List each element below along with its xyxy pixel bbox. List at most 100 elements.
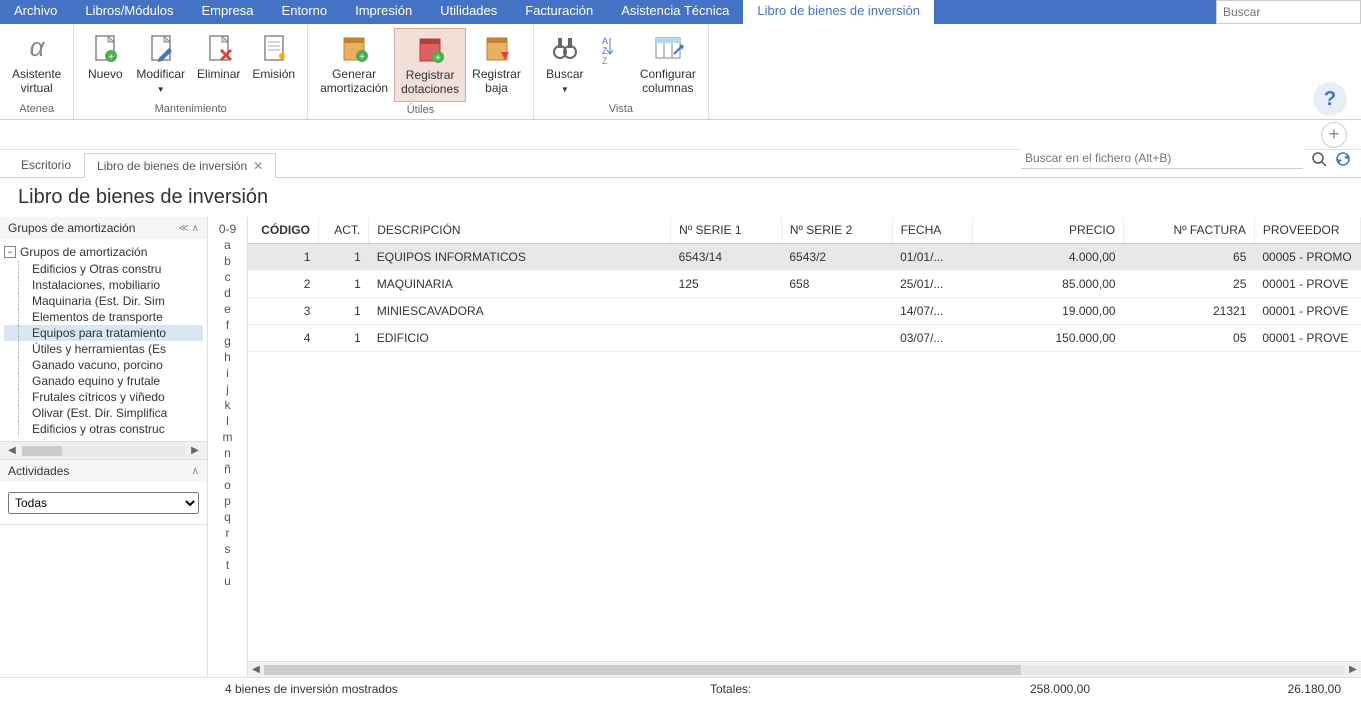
- alpha-0-9[interactable]: 0-9: [208, 221, 247, 237]
- alpha-b[interactable]: b: [208, 253, 247, 269]
- col-header[interactable]: FECHA: [892, 217, 973, 244]
- table-row[interactable]: 21MAQUINARIA12565825/01/...85.000,002500…: [248, 271, 1361, 298]
- ribbon-btn-registrardotaciones[interactable]: +Registrardotaciones: [394, 28, 466, 102]
- tree-root[interactable]: − Grupos de amortización: [4, 243, 203, 261]
- menu-librosmdulos[interactable]: Libros/Módulos: [71, 0, 187, 24]
- col-header[interactable]: Nº SERIE 2: [781, 217, 892, 244]
- activity-select[interactable]: Todas: [8, 492, 199, 514]
- global-search-input[interactable]: [1216, 0, 1361, 24]
- col-header[interactable]: ACT.: [318, 217, 368, 244]
- table-row[interactable]: 31MINIESCAVADORA14/07/...19.000,00213210…: [248, 298, 1361, 325]
- alpha-h[interactable]: h: [208, 349, 247, 365]
- tree-item[interactable]: Elementos de transporte: [4, 309, 203, 325]
- table-hscroll[interactable]: ◀ ▶: [248, 661, 1361, 677]
- alpha-o[interactable]: o: [208, 477, 247, 493]
- menu-archivo[interactable]: Archivo: [0, 0, 71, 24]
- alpha-p[interactable]: p: [208, 493, 247, 509]
- alpha-e[interactable]: e: [208, 301, 247, 317]
- ribbon-btn-configurarcolumnas[interactable]: Configurarcolumnas: [634, 28, 702, 101]
- menu-facturacin[interactable]: Facturación: [511, 0, 607, 24]
- table-cell: 00005 - PROMO: [1254, 244, 1360, 271]
- search-icon[interactable]: [1311, 151, 1327, 167]
- col-header[interactable]: PROVEEDOR: [1254, 217, 1360, 244]
- alpha-d[interactable]: d: [208, 285, 247, 301]
- ribbon-btn-asistentevirtual[interactable]: αAsistentevirtual: [6, 28, 67, 101]
- tree-item[interactable]: Equipos para tratamiento: [4, 325, 203, 341]
- alpha-c[interactable]: c: [208, 269, 247, 285]
- tree-item[interactable]: Útiles y herramientas (Es: [4, 341, 203, 357]
- col-header[interactable]: CÓDIGO: [248, 217, 318, 244]
- scroll-thumb[interactable]: [264, 665, 1021, 675]
- table-row[interactable]: 41EDIFICIO03/07/...150.000,000500001 - P…: [248, 325, 1361, 352]
- col-header[interactable]: DESCRIPCIÓN: [369, 217, 671, 244]
- menu-impresin[interactable]: Impresión: [341, 0, 426, 24]
- alpha-i[interactable]: i: [208, 365, 247, 381]
- tree-item[interactable]: Instalaciones, mobiliario: [4, 277, 203, 293]
- ribbon-btn-generaramortizacin[interactable]: +Generaramortización: [314, 28, 394, 102]
- table-row[interactable]: 11EQUIPOS INFORMATICOS6543/146543/201/01…: [248, 244, 1361, 271]
- ribbon-group-label: Vista: [609, 101, 633, 117]
- col-header[interactable]: Nº FACTURA: [1124, 217, 1255, 244]
- activities-panel-header[interactable]: Actividades ∧: [0, 460, 207, 482]
- tree-item[interactable]: Ganado equino y frutale: [4, 373, 203, 389]
- tab-escritorio[interactable]: Escritorio: [8, 152, 84, 177]
- groups-panel-header[interactable]: Grupos de amortización ≪ ∧: [0, 217, 207, 239]
- alpha-g[interactable]: g: [208, 333, 247, 349]
- scroll-left-icon[interactable]: ◀: [4, 445, 20, 456]
- tree-hscroll[interactable]: ◀ ▶: [0, 441, 207, 459]
- tree-item[interactable]: Olivar (Est. Dir. Simplifica: [4, 405, 203, 421]
- scroll-left-icon[interactable]: ◀: [248, 664, 264, 675]
- menu-entorno[interactable]: Entorno: [268, 0, 342, 24]
- alpha-m[interactable]: m: [208, 429, 247, 445]
- scroll-track[interactable]: [22, 446, 185, 456]
- ribbon-btn-eliminar[interactable]: Eliminar: [191, 28, 246, 101]
- alpha-a[interactable]: a: [208, 237, 247, 253]
- menu-utilidades[interactable]: Utilidades: [426, 0, 511, 24]
- tree-item[interactable]: Edificios y Otras constru: [4, 261, 203, 277]
- table-cell: 1: [248, 244, 318, 271]
- tree-item[interactable]: Frutales cítricos y viñedo: [4, 389, 203, 405]
- scroll-thumb[interactable]: [22, 446, 62, 456]
- ribbon-btn-nuevo[interactable]: +Nuevo: [80, 28, 130, 101]
- alpha-r[interactable]: r: [208, 525, 247, 541]
- alpha-q[interactable]: q: [208, 509, 247, 525]
- alpha-j[interactable]: j: [208, 381, 247, 397]
- panel-collapse-icon[interactable]: ∧: [192, 466, 199, 477]
- scroll-right-icon[interactable]: ▶: [1345, 664, 1361, 675]
- refresh-icon[interactable]: [1335, 151, 1351, 167]
- alpha-l[interactable]: l: [208, 413, 247, 429]
- tree-toggle-icon[interactable]: −: [4, 246, 16, 258]
- tree-item[interactable]: Maquinaria (Est. Dir. Sim: [4, 293, 203, 309]
- menu-asistenciatcnica[interactable]: Asistencia Técnica: [607, 0, 743, 24]
- alpha-f[interactable]: f: [208, 317, 247, 333]
- alpha-ñ[interactable]: ñ: [208, 461, 247, 477]
- ribbon-btn-registrarbaja[interactable]: Registrarbaja: [466, 28, 527, 102]
- menu-librodebienesdeinversin[interactable]: Libro de bienes de inversión: [743, 0, 934, 24]
- tree-item[interactable]: Ganado vacuno, porcino: [4, 357, 203, 373]
- tab-librodebienesdeinversin[interactable]: Libro de bienes de inversión✕: [84, 153, 276, 178]
- alpha-k[interactable]: k: [208, 397, 247, 413]
- alpha-s[interactable]: s: [208, 541, 247, 557]
- table-cell: 00001 - PROVE: [1254, 325, 1360, 352]
- scroll-track[interactable]: [264, 665, 1345, 675]
- record-count: 4 bienes de inversión mostrados: [10, 682, 710, 696]
- ribbon-btn-buscar[interactable]: Buscar▼: [540, 28, 590, 101]
- panel-collapse-icon[interactable]: ≪ ∧: [178, 223, 199, 234]
- table-search-input[interactable]: [1021, 148, 1303, 169]
- help-icon[interactable]: ?: [1313, 82, 1347, 116]
- tree-item[interactable]: Edificios y otras construc: [4, 421, 203, 437]
- tab-close-icon[interactable]: ✕: [253, 159, 263, 173]
- add-button[interactable]: +: [1321, 122, 1347, 148]
- table-cell: [781, 325, 892, 352]
- col-header[interactable]: PRECIO: [973, 217, 1124, 244]
- alpha-t[interactable]: t: [208, 557, 247, 573]
- menu-empresa[interactable]: Empresa: [188, 0, 268, 24]
- ribbon-btn-sort[interactable]: AZZ: [590, 28, 634, 101]
- ribbon-btn-emisin[interactable]: Emisión: [246, 28, 301, 101]
- ribbon-btn-modificar[interactable]: Modificar▼: [130, 28, 191, 101]
- col-header[interactable]: Nº SERIE 1: [671, 217, 782, 244]
- alpha-u[interactable]: u: [208, 573, 247, 589]
- scroll-right-icon[interactable]: ▶: [187, 445, 203, 456]
- alpha-n[interactable]: n: [208, 445, 247, 461]
- svg-text:Z: Z: [602, 46, 608, 56]
